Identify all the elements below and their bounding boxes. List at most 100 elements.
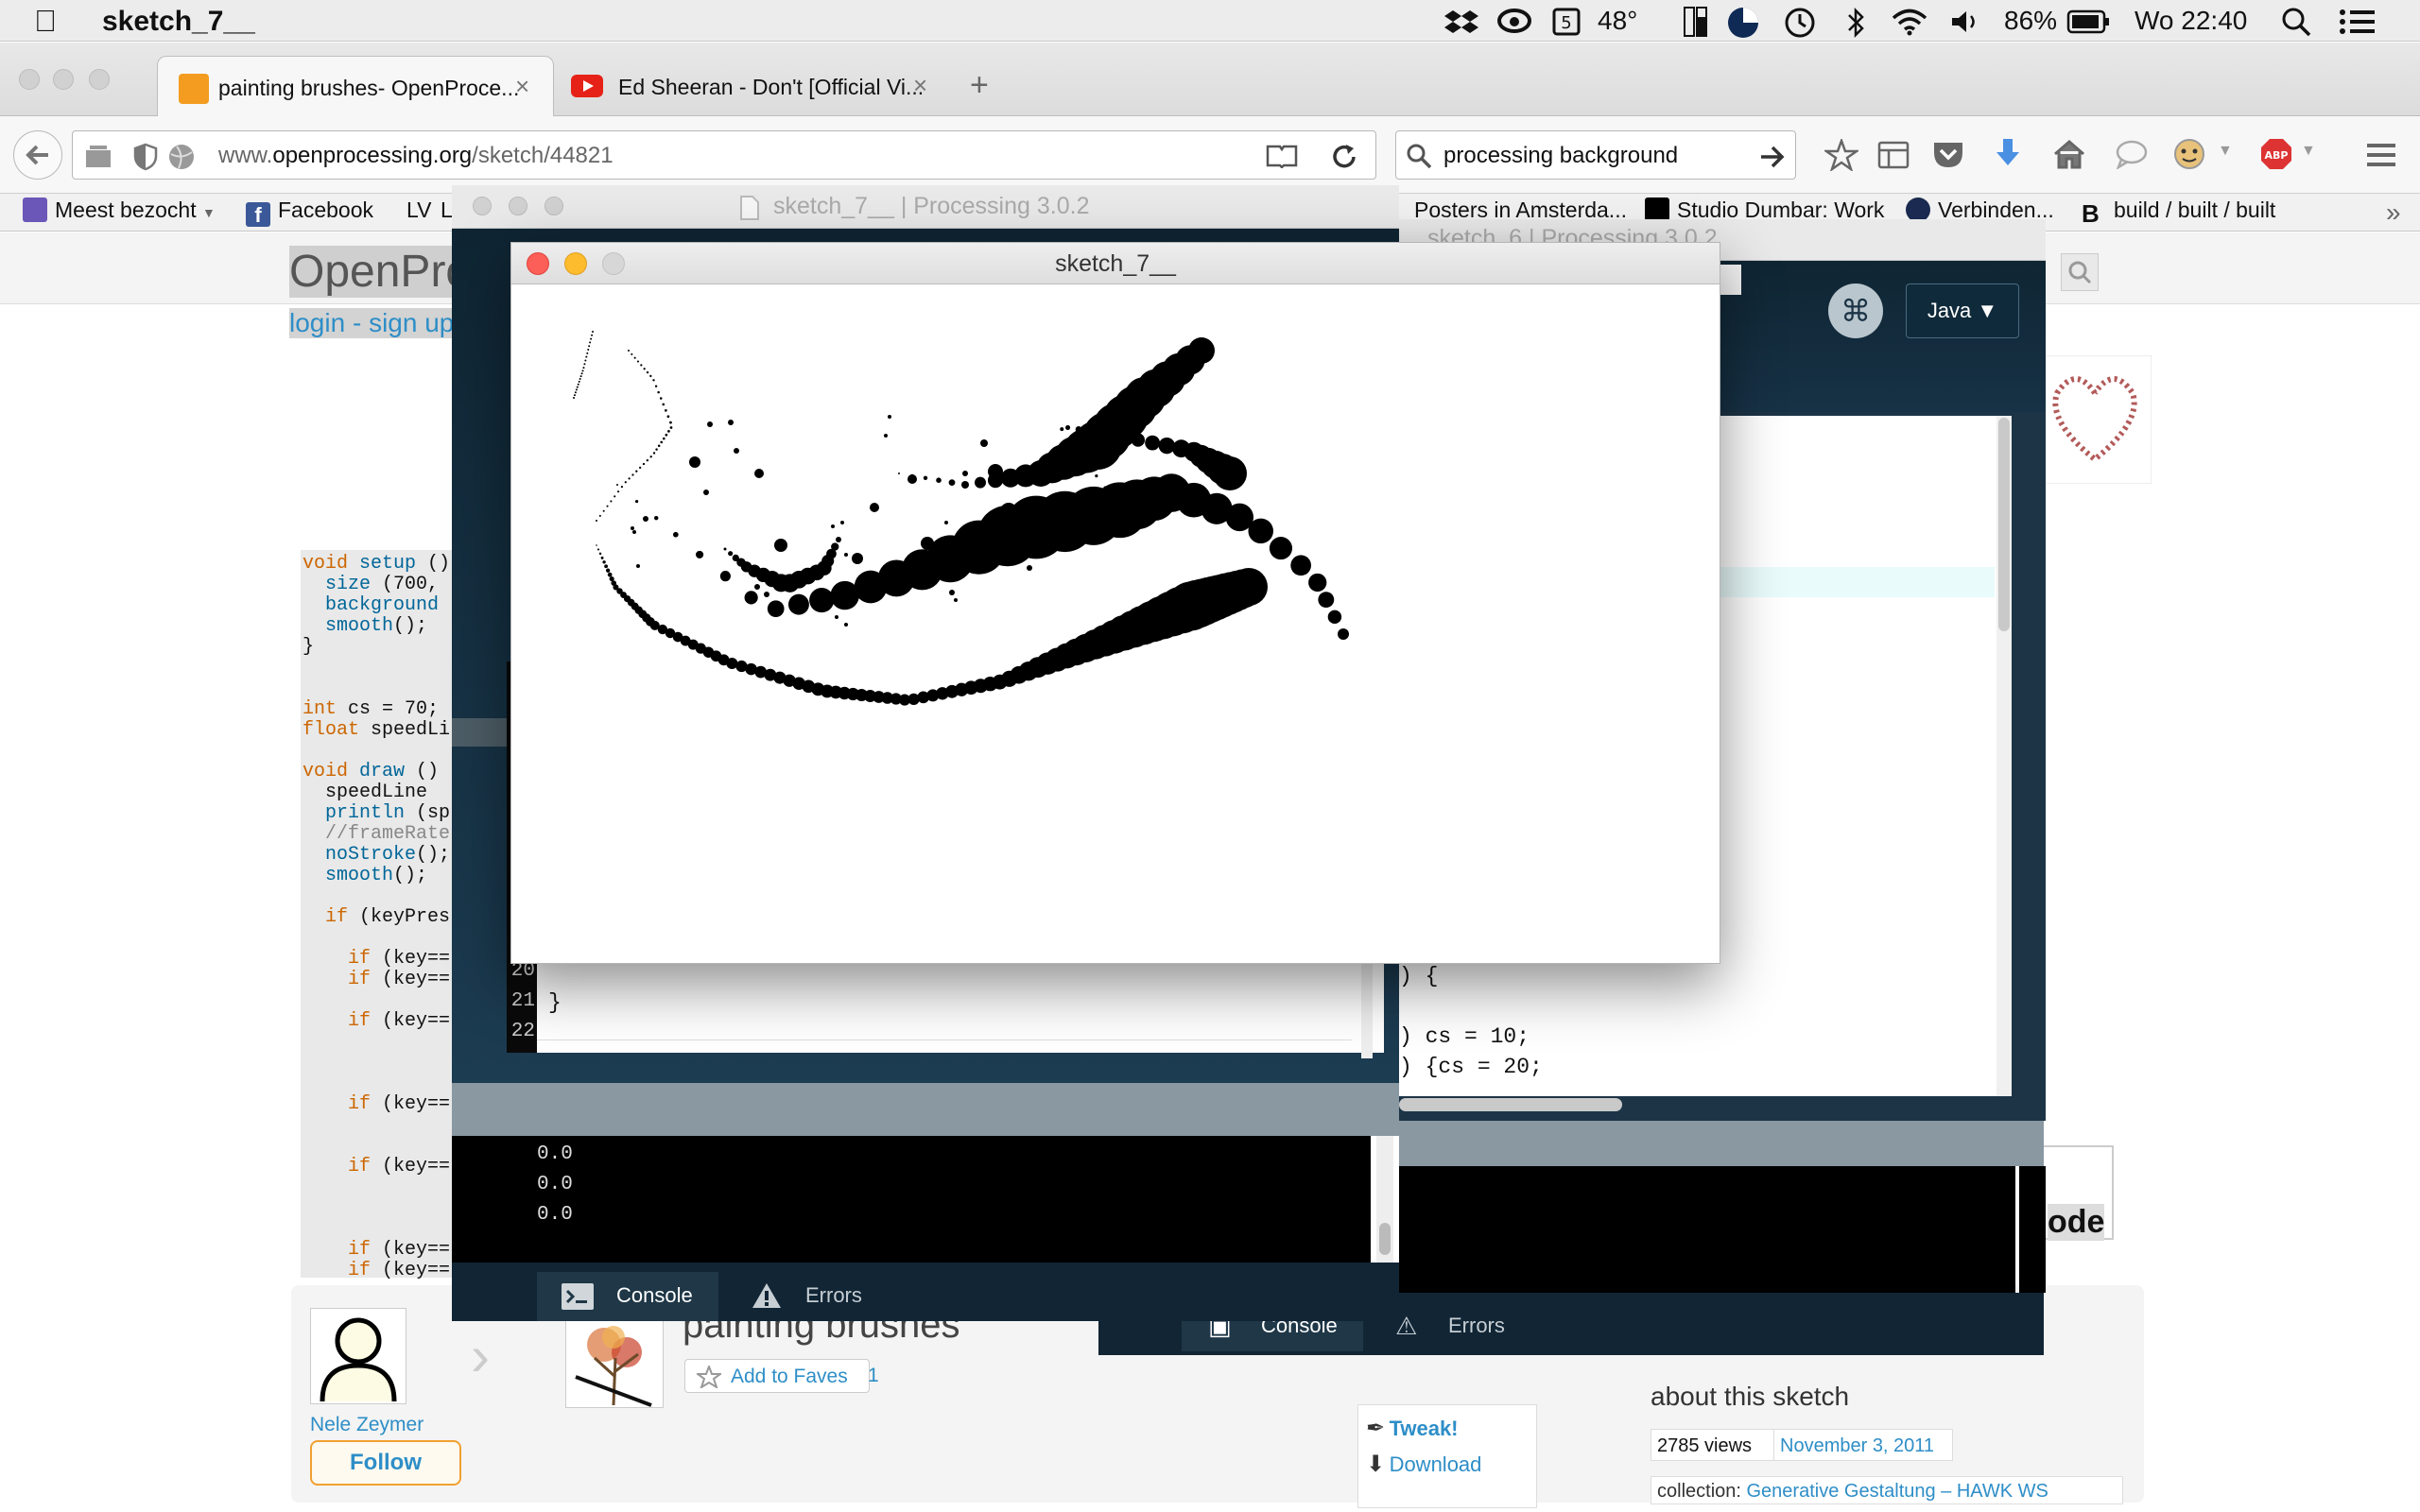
follow-button[interactable]: Follow <box>310 1440 461 1486</box>
heart-sketch-thumbnail[interactable] <box>2038 355 2152 484</box>
code-line: void setup () <box>302 554 461 575</box>
istat-pie-icon[interactable] <box>1726 6 1760 40</box>
minimize-window-button[interactable] <box>53 69 74 90</box>
new-tab-icon[interactable]: + <box>970 67 989 104</box>
adblock-plus-icon[interactable]: ABP <box>2259 137 2293 171</box>
collection-info: collection: Generative Gestaltung – HAWK… <box>1651 1476 2123 1504</box>
bookmark-facebook[interactable]: f Facebook <box>246 198 373 227</box>
code-line: //frameRate <box>302 824 461 845</box>
zoom-window-button[interactable] <box>89 69 110 90</box>
apple-icon[interactable]:  <box>34 4 57 39</box>
previous-sketch-icon[interactable]: › <box>471 1323 490 1388</box>
pde7-console: 0.0 0.0 0.0 <box>452 1136 1393 1263</box>
sketch-thumbnail[interactable] <box>565 1310 664 1408</box>
brush-dot <box>631 473 634 476</box>
spotlight-search-icon[interactable] <box>2280 6 2312 38</box>
code-text: (); <box>393 615 428 637</box>
globe-icon[interactable] <box>167 143 196 171</box>
app-name-menu[interactable]: sketch_7__ <box>102 6 255 38</box>
code-text: (sp <box>405 802 451 824</box>
hamburger-menu-icon[interactable] <box>2365 141 2397 169</box>
bookmarks-menu-icon[interactable] <box>1877 141 1910 169</box>
search-bar[interactable]: processing background <box>1395 130 1796 180</box>
pocket-icon[interactable] <box>1932 139 1964 169</box>
pde7-console-tab[interactable]: Console <box>537 1272 718 1321</box>
brush-dot <box>639 466 642 469</box>
tab-painting-brushes[interactable]: painting brushes- OpenProce... × <box>157 56 554 116</box>
adblock-dropdown-icon[interactable]: ▼ <box>2301 143 2316 160</box>
collection-link[interactable]: Generative Gestaltung – HAWK WS <box>1747 1481 2048 1502</box>
cpu-monitor-icon[interactable] <box>1683 6 1709 38</box>
notification-center-icon[interactable] <box>2339 8 2377 36</box>
source-code-box[interactable]: ode <box>2042 1145 2114 1241</box>
pde6-search-button[interactable] <box>2061 253 2099 291</box>
url-text[interactable]: www.openprocessing.org/sketch/44821 <box>218 143 614 169</box>
browser-tab-strip: painting brushes- OpenProce... × Ed Shee… <box>0 43 2420 116</box>
openprocessing-logo[interactable]: OpenPro <box>289 246 472 298</box>
download-link[interactable]: ⬇ Download <box>1366 1451 1481 1478</box>
brush-dot <box>1060 427 1064 432</box>
brush-dot <box>734 448 739 454</box>
close-tab-icon[interactable]: × <box>515 72 529 101</box>
pde6-vertical-scrollbar[interactable] <box>1998 418 2010 631</box>
code-line: if (key== <box>302 949 461 970</box>
brush-dot <box>719 571 731 582</box>
pde7-errors-tab[interactable]: Errors <box>726 1272 908 1321</box>
tab-ed-sheeran[interactable]: Ed Sheeran - Don't [Official Vi... × <box>558 56 947 116</box>
search-go-arrow-icon[interactable] <box>1759 145 1786 169</box>
pde7-zoom-button[interactable] <box>544 197 563 215</box>
bookmarks-overflow-icon[interactable]: » <box>2386 198 2401 228</box>
back-button[interactable] <box>13 130 62 180</box>
search-input[interactable]: processing background <box>1443 143 1678 169</box>
bookmark-build-built[interactable]: Bbuild / built / built <box>2082 198 2275 226</box>
clock[interactable]: Wo 22:40 <box>2135 6 2247 36</box>
volume-icon[interactable] <box>1949 8 1983 36</box>
pde7-close-button[interactable] <box>473 197 492 215</box>
code-line: background <box>302 595 461 616</box>
pde6-horizontal-scrollbar[interactable] <box>1399 1098 1622 1111</box>
pde7-editor[interactable]: } <box>537 958 1384 1053</box>
battery-percentage[interactable]: 86% <box>2004 6 2057 36</box>
bookmark-star-icon[interactable] <box>1824 139 1858 171</box>
url-bar[interactable]: www.openprocessing.org/sketch/44821 <box>72 130 1376 180</box>
history-icon[interactable] <box>84 143 112 169</box>
chat-bubble-icon[interactable] <box>2116 139 2148 169</box>
bluetooth-icon[interactable] <box>1845 6 1866 40</box>
author-name[interactable]: Nele Zeymer <box>310 1414 424 1436</box>
bookmark-meest-bezocht[interactable]: Meest bezocht ▼ <box>23 198 216 223</box>
code-line: if (key== <box>302 1261 461 1281</box>
sketch-canvas[interactable] <box>511 284 1720 963</box>
pde7-window-title: sketch_7__ | Processing 3.0.2 <box>773 193 1090 219</box>
tweak-link[interactable]: ✒ Tweak! <box>1366 1415 1459 1442</box>
java-mode-selector[interactable]: Java ▼ <box>1906 284 2019 338</box>
extension-dropdown-icon[interactable]: ▼ <box>2218 143 2233 160</box>
extension-face-icon[interactable] <box>2172 137 2206 171</box>
time-machine-icon[interactable] <box>1783 6 1817 40</box>
signup-link[interactable]: sign up <box>369 308 454 337</box>
battery-icon[interactable] <box>2066 9 2110 34</box>
reload-icon[interactable] <box>1330 143 1358 171</box>
bookmark-lv[interactable]: LV <box>406 198 431 223</box>
weather-temperature[interactable]: 48° <box>1598 6 1637 36</box>
pde7-console-scrollbar[interactable] <box>1379 1223 1391 1255</box>
reader-view-icon[interactable] <box>1266 144 1298 168</box>
add-to-faves-button[interactable]: Add to Faves <box>684 1359 870 1393</box>
code-text: (key== <box>371 948 451 970</box>
html5-icon[interactable]: 5 <box>1552 8 1581 36</box>
tracking-shield-icon[interactable] <box>133 143 158 171</box>
avatar[interactable] <box>310 1308 406 1404</box>
brush-dot <box>703 490 709 495</box>
close-window-button[interactable] <box>19 69 40 90</box>
wifi-icon[interactable] <box>1891 8 1928 36</box>
debug-mode-button[interactable]: ⌘ <box>1828 284 1883 338</box>
dropbox-icon[interactable] <box>1444 8 1478 36</box>
login-link[interactable]: login <box>289 308 345 337</box>
sketch-date[interactable]: November 3, 2011 <box>1773 1429 1953 1461</box>
home-icon[interactable] <box>2053 139 2085 169</box>
creative-cloud-icon[interactable] <box>1497 9 1531 33</box>
downloads-icon[interactable] <box>1995 137 2021 169</box>
close-tab-icon[interactable]: × <box>913 71 927 100</box>
pde7-minimize-button[interactable] <box>509 197 527 215</box>
bookmark-l[interactable]: L <box>441 198 453 223</box>
